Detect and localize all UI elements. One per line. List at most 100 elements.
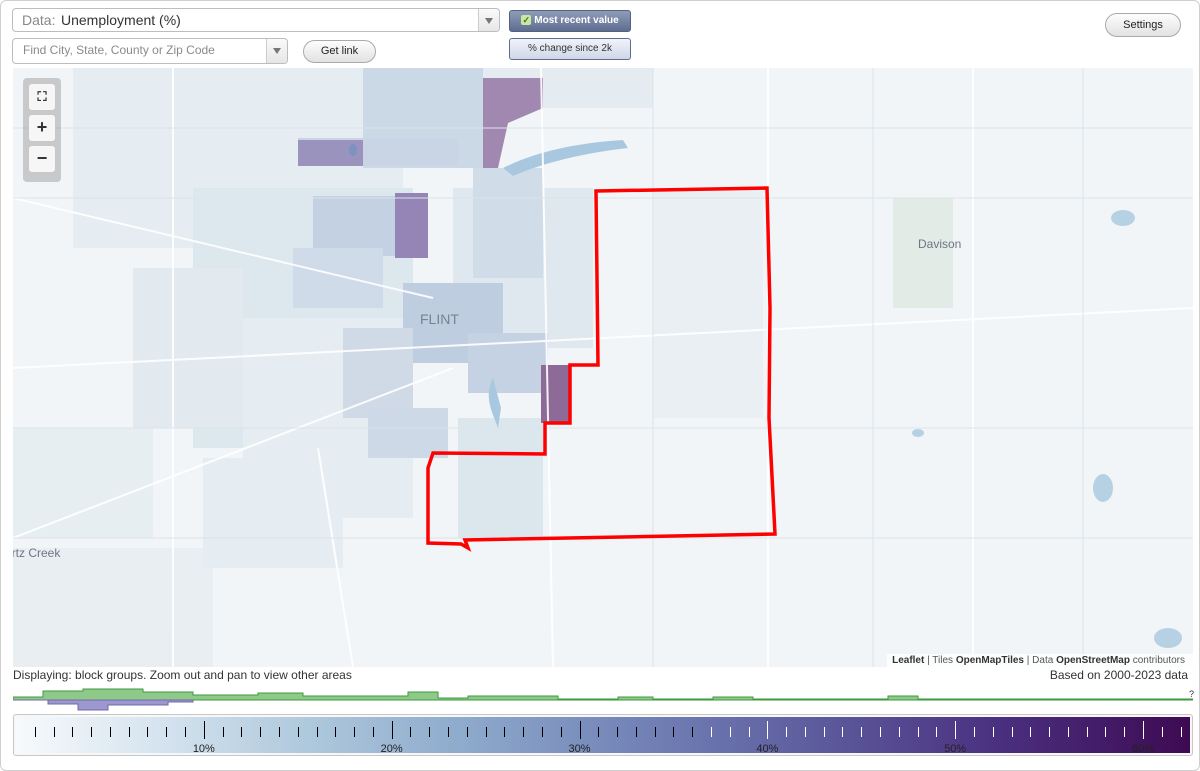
- attribution-sep-2: | Data: [1024, 655, 1057, 666]
- search-dropdown-icon[interactable]: [266, 39, 287, 63]
- legend-minor-tick: [635, 727, 637, 737]
- legend-minor-tick: [316, 727, 318, 737]
- legend-major-tick: [203, 721, 205, 739]
- legend-minor-tick: [429, 727, 431, 737]
- legend-minor-tick: [654, 727, 656, 737]
- legend-minor-tick: [842, 727, 844, 737]
- chevron-down-icon[interactable]: [478, 9, 499, 31]
- legend-minor-tick: [34, 727, 36, 737]
- legend-tick-label: 40%: [756, 743, 779, 755]
- legend-minor-tick: [898, 727, 900, 737]
- legend-minor-tick: [880, 727, 882, 737]
- place-label-davison: Davison: [918, 237, 962, 251]
- data-selector[interactable]: Data: Unemployment (%): [12, 8, 500, 32]
- legend-minor-tick: [1049, 727, 1051, 737]
- legend-minor-tick: [917, 727, 919, 737]
- legend-major-tick: [579, 721, 581, 739]
- location-search[interactable]: [12, 38, 288, 64]
- legend-minor-tick: [72, 727, 74, 737]
- legend-minor-tick: [147, 727, 149, 737]
- legend-minor-tick: [1011, 727, 1013, 737]
- legend-minor-tick: [673, 727, 675, 737]
- data-range-note: Based on 2000-2023 data: [1049, 668, 1188, 682]
- legend-minor-tick: [1124, 727, 1126, 737]
- legend-minor-tick: [466, 727, 468, 737]
- legend-minor-tick: [128, 727, 130, 737]
- legend-minor-tick: [109, 727, 111, 737]
- app-frame: Data: Unemployment (%) Get link ✓Most re…: [0, 0, 1200, 771]
- zoom-in-button[interactable]: +: [29, 115, 55, 141]
- legend-minor-tick: [1105, 727, 1107, 737]
- legend-minor-tick: [711, 727, 712, 737]
- legend-minor-tick: [823, 727, 825, 737]
- legend-major-tick: [391, 721, 393, 739]
- legend-minor-tick: [804, 727, 806, 737]
- legend-minor-tick: [1030, 727, 1032, 737]
- legend-minor-tick: [992, 727, 994, 737]
- place-label-flint: FLINT: [420, 311, 459, 327]
- percent-change-button[interactable]: % change since 2k: [509, 38, 631, 60]
- color-legend[interactable]: 10% 20% 30% 40% 50% 60%: [13, 714, 1193, 756]
- legend-minor-tick: [1067, 727, 1069, 737]
- legend-minor-tick: [729, 727, 731, 737]
- data-selector-label: Data:: [22, 12, 56, 28]
- map-canvas[interactable]: [13, 68, 1193, 667]
- distribution-histogram: [13, 688, 1193, 711]
- legend-major-tick: [1143, 721, 1145, 739]
- legend-minor-tick: [241, 727, 243, 737]
- legend-minor-tick: [617, 727, 619, 737]
- legend-major-tick: [767, 721, 769, 739]
- legend-minor-tick: [410, 727, 412, 737]
- search-input[interactable]: [21, 42, 265, 58]
- legend-minor-tick: [936, 727, 938, 737]
- openstreetmap-link[interactable]: OpenStreetMap: [1056, 655, 1130, 666]
- legend-tick-label: 50%: [944, 743, 967, 755]
- place-label-swartz-creek: artz Creek: [13, 546, 61, 560]
- zoom-controls: ⛶ + −: [23, 78, 61, 182]
- legend-minor-tick: [185, 727, 187, 737]
- leaflet-link[interactable]: Leaflet: [892, 655, 924, 666]
- legend-minor-tick: [485, 727, 487, 737]
- displaying-note: Displaying: block groups. Zoom out and p…: [13, 668, 352, 682]
- legend-minor-tick: [1161, 727, 1163, 737]
- legend-minor-tick: [504, 727, 506, 737]
- most-recent-label: Most recent value: [534, 15, 619, 26]
- attribution-suffix: contributors: [1129, 655, 1185, 666]
- legend-minor-tick: [166, 727, 168, 737]
- legend-minor-tick: [297, 727, 299, 737]
- openmaptiles-link[interactable]: OpenMapTiles: [956, 655, 1024, 666]
- legend-minor-tick: [354, 727, 356, 737]
- legend-minor-tick: [448, 727, 450, 737]
- data-selector-value: Unemployment (%): [61, 12, 181, 28]
- map-view[interactable]: FLINT Davison artz Creek ⛶ + − Leaflet |…: [13, 68, 1193, 667]
- attribution-sep-1: | Tiles: [924, 655, 956, 666]
- legend-tick-label: 20%: [380, 743, 403, 755]
- legend-minor-tick: [222, 727, 224, 737]
- most-recent-value-button[interactable]: ✓ Most recent value: [509, 10, 631, 32]
- fullscreen-icon[interactable]: ⛶: [29, 84, 55, 110]
- legend-minor-tick: [541, 727, 543, 737]
- zoom-out-button[interactable]: −: [29, 146, 55, 172]
- legend-minor-tick: [560, 727, 562, 737]
- settings-button[interactable]: Settings: [1105, 13, 1181, 37]
- legend-tick-label: 30%: [568, 743, 591, 755]
- legend-minor-tick: [861, 727, 863, 737]
- unknown-value-mark: ?: [1189, 689, 1195, 699]
- legend-minor-tick: [692, 727, 694, 737]
- get-link-button[interactable]: Get link: [303, 40, 376, 63]
- legend-minor-tick: [278, 727, 280, 737]
- legend-minor-tick: [53, 727, 55, 737]
- legend-gradient[interactable]: 10% 20% 30% 40% 50% 60%: [16, 717, 1190, 755]
- map-attribution: Leaflet | Tiles OpenMapTiles | Data Open…: [887, 654, 1193, 667]
- legend-tick-label: 60%: [1132, 743, 1155, 755]
- legend-tick-label: 10%: [192, 743, 215, 755]
- legend-minor-tick: [598, 727, 600, 737]
- legend-minor-tick: [523, 727, 525, 737]
- legend-minor-tick: [335, 727, 337, 737]
- legend-minor-tick: [260, 727, 262, 737]
- checkmark-icon: ✓: [521, 15, 532, 26]
- legend-major-tick: [955, 721, 957, 739]
- legend-minor-tick: [91, 727, 93, 737]
- legend-minor-tick: [973, 727, 975, 737]
- legend-minor-tick: [372, 727, 374, 737]
